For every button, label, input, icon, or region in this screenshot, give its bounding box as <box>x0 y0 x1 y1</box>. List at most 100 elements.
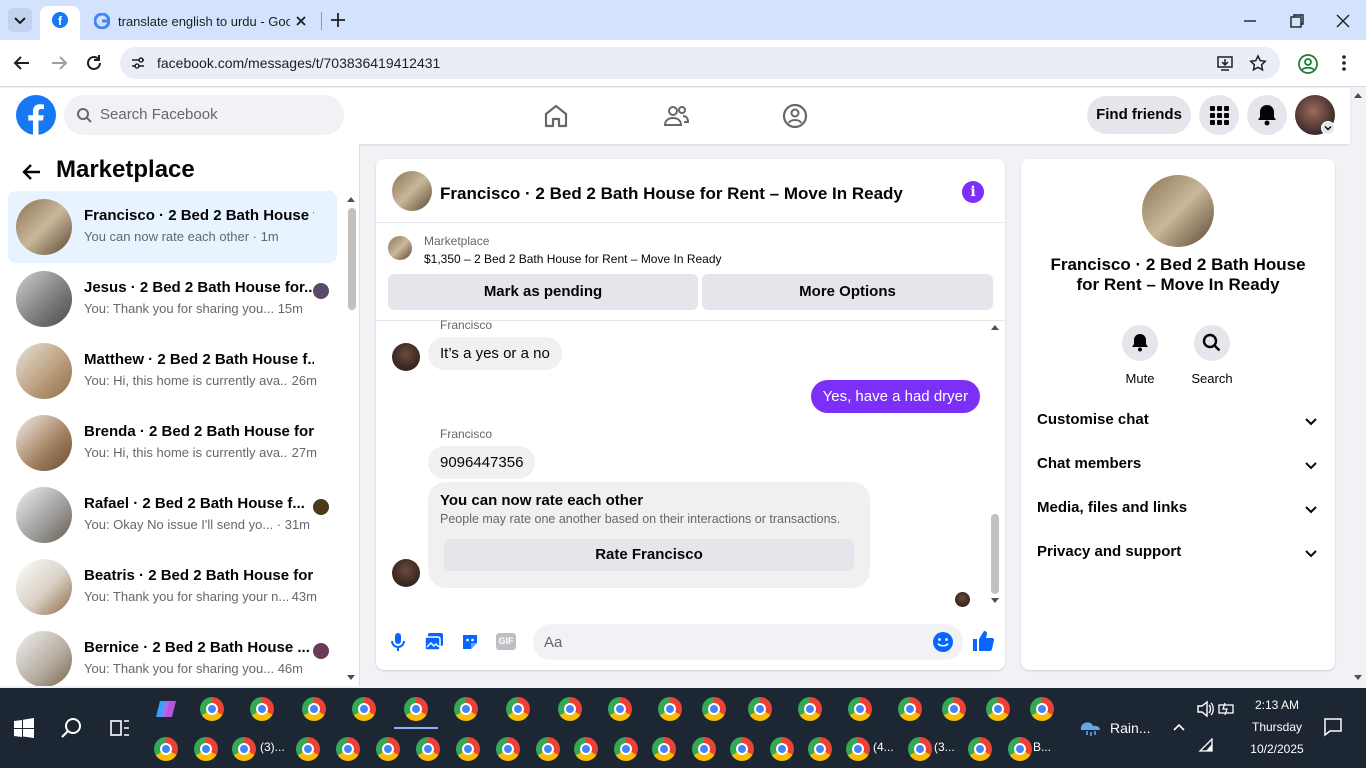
customise-chat-section[interactable]: Customise chat <box>1037 411 1319 435</box>
notifications-button[interactable] <box>1247 95 1287 135</box>
photo-icon[interactable] <box>424 632 444 652</box>
address-bar[interactable]: facebook.com/messages/t/703836419412431 <box>120 47 1280 79</box>
chrome-window-icon[interactable] <box>986 697 1010 721</box>
chrome-window-icon[interactable] <box>456 737 480 761</box>
mark-as-pending-button[interactable]: Mark as pending <box>388 274 698 310</box>
conversation-item[interactable]: Brenda · 2 Bed 2 Bath House for... You: … <box>8 407 337 479</box>
chrome-window-icon[interactable] <box>614 737 638 761</box>
task-view-icon[interactable] <box>108 716 132 740</box>
scroll-down-icon[interactable] <box>346 674 356 682</box>
chrome-window-icon[interactable] <box>770 737 794 761</box>
page-scroll-down-icon[interactable] <box>1353 674 1363 682</box>
chrome-window-icon[interactable] <box>846 737 870 761</box>
chrome-window-icon[interactable] <box>652 737 676 761</box>
home-icon[interactable] <box>542 102 570 130</box>
search-in-chat-button[interactable]: Search <box>1182 325 1242 386</box>
clock-time[interactable]: 2:13 AM <box>1246 698 1308 712</box>
chrome-window-icon[interactable] <box>730 737 754 761</box>
new-tab-icon[interactable] <box>329 11 347 29</box>
privacy-support-section[interactable]: Privacy and support <box>1037 543 1319 567</box>
conversation-item[interactable]: Rafael · 2 Bed 2 Bath House f... You: Ok… <box>8 479 337 551</box>
chrome-window-icon[interactable] <box>232 737 256 761</box>
chrome-window-icon[interactable] <box>692 737 716 761</box>
chrome-window-icon[interactable] <box>848 697 872 721</box>
chrome-window-icon[interactable] <box>200 697 224 721</box>
close-tab-icon[interactable] <box>294 14 308 28</box>
conversation-item[interactable]: Jesus · 2 Bed 2 Bath House for... You: T… <box>8 263 337 335</box>
chrome-window-icon[interactable] <box>506 697 530 721</box>
menu-button[interactable] <box>1199 95 1239 135</box>
friends-icon[interactable] <box>662 102 690 130</box>
search-icon[interactable] <box>60 716 84 740</box>
chrome-window-icon[interactable] <box>496 737 520 761</box>
tab-facebook[interactable]: f <box>40 6 80 40</box>
media-files-links-section[interactable]: Media, files and links <box>1037 499 1319 523</box>
facebook-logo-icon[interactable] <box>16 95 56 135</box>
rate-francisco-button[interactable]: Rate Francisco <box>444 539 854 571</box>
windows-start-icon[interactable] <box>14 718 34 738</box>
listing-thumbnail[interactable] <box>388 236 412 260</box>
minimize-icon[interactable] <box>1241 12 1259 30</box>
bookmark-star-icon[interactable] <box>1249 54 1267 72</box>
gif-button[interactable]: GIF <box>496 633 516 650</box>
site-settings-icon[interactable] <box>130 55 146 71</box>
close-window-icon[interactable] <box>1334 12 1352 30</box>
chrome-window-icon[interactable] <box>608 697 632 721</box>
chrome-window-icon[interactable] <box>574 737 598 761</box>
sidebar-scrollbar[interactable] <box>348 208 356 310</box>
back-icon[interactable] <box>12 53 32 73</box>
chrome-window-icon[interactable] <box>748 697 772 721</box>
mute-button[interactable]: Mute <box>1110 325 1170 386</box>
chrome-window-icon[interactable] <box>1030 697 1054 721</box>
scroll-up-icon[interactable] <box>346 195 356 203</box>
chrome-window-icon[interactable] <box>416 737 440 761</box>
install-app-icon[interactable] <box>1216 54 1234 72</box>
conversation-item[interactable]: Francisco · 2 Bed 2 Bath House f... You … <box>8 191 337 263</box>
chrome-window-icon[interactable] <box>968 737 992 761</box>
chrome-window-icon[interactable] <box>194 737 218 761</box>
notification-center-icon[interactable] <box>1323 717 1343 737</box>
restore-icon[interactable] <box>1288 12 1306 30</box>
conversation-item[interactable]: Bernice · 2 Bed 2 Bath House ... You: Th… <box>8 623 337 686</box>
chrome-window-icon[interactable] <box>250 697 274 721</box>
back-arrow-icon[interactable] <box>20 160 44 184</box>
emoji-icon[interactable] <box>932 631 954 653</box>
chrome-window-icon[interactable] <box>658 697 682 721</box>
chrome-window-icon[interactable] <box>404 697 428 721</box>
clock-date[interactable]: 10/2/2025 <box>1246 742 1308 756</box>
chrome-window-icon[interactable] <box>536 737 560 761</box>
chevron-up-icon[interactable] <box>1172 720 1186 734</box>
chrome-window-icon[interactable] <box>336 737 360 761</box>
browser-menu-icon[interactable] <box>1334 53 1354 73</box>
clock-day[interactable]: Thursday <box>1246 720 1308 734</box>
info-icon[interactable]: i <box>962 181 984 203</box>
wifi-icon[interactable] <box>1198 738 1214 752</box>
chat-scrollbar[interactable] <box>991 514 999 594</box>
sticker-icon[interactable] <box>460 632 480 652</box>
tab-google-translate[interactable]: translate english to urdu - Goo <box>86 6 322 36</box>
microphone-icon[interactable] <box>389 632 407 652</box>
find-friends-button[interactable]: Find friends <box>1087 96 1191 134</box>
conversation-item[interactable]: Beatris · 2 Bed 2 Bath House for ... You… <box>8 551 337 623</box>
chrome-window-icon[interactable] <box>908 737 932 761</box>
profile-icon[interactable] <box>1297 53 1319 75</box>
chrome-window-icon[interactable] <box>302 697 326 721</box>
volume-icon[interactable] <box>1196 700 1214 718</box>
chrome-window-icon[interactable] <box>808 737 832 761</box>
account-chevron[interactable] <box>1321 121 1335 135</box>
sender-avatar[interactable] <box>392 343 420 371</box>
sender-avatar[interactable] <box>392 559 420 587</box>
chrome-window-icon[interactable] <box>558 697 582 721</box>
chat-info-avatar[interactable] <box>1142 175 1214 247</box>
thumbs-up-icon[interactable] <box>972 630 994 652</box>
chrome-window-icon[interactable] <box>1008 737 1032 761</box>
search-facebook-input[interactable]: Search Facebook <box>64 95 344 135</box>
chrome-window-icon[interactable] <box>454 697 478 721</box>
forward-icon[interactable] <box>49 53 69 73</box>
chat-title[interactable]: Francisco · 2 Bed 2 Bath House for Rent … <box>440 184 903 204</box>
chrome-window-icon[interactable] <box>154 737 178 761</box>
chrome-window-icon[interactable] <box>376 737 400 761</box>
tab-search-button[interactable] <box>8 8 32 32</box>
reload-icon[interactable] <box>84 53 104 73</box>
conversation-item[interactable]: Matthew · 2 Bed 2 Bath House f... You: H… <box>8 335 337 407</box>
